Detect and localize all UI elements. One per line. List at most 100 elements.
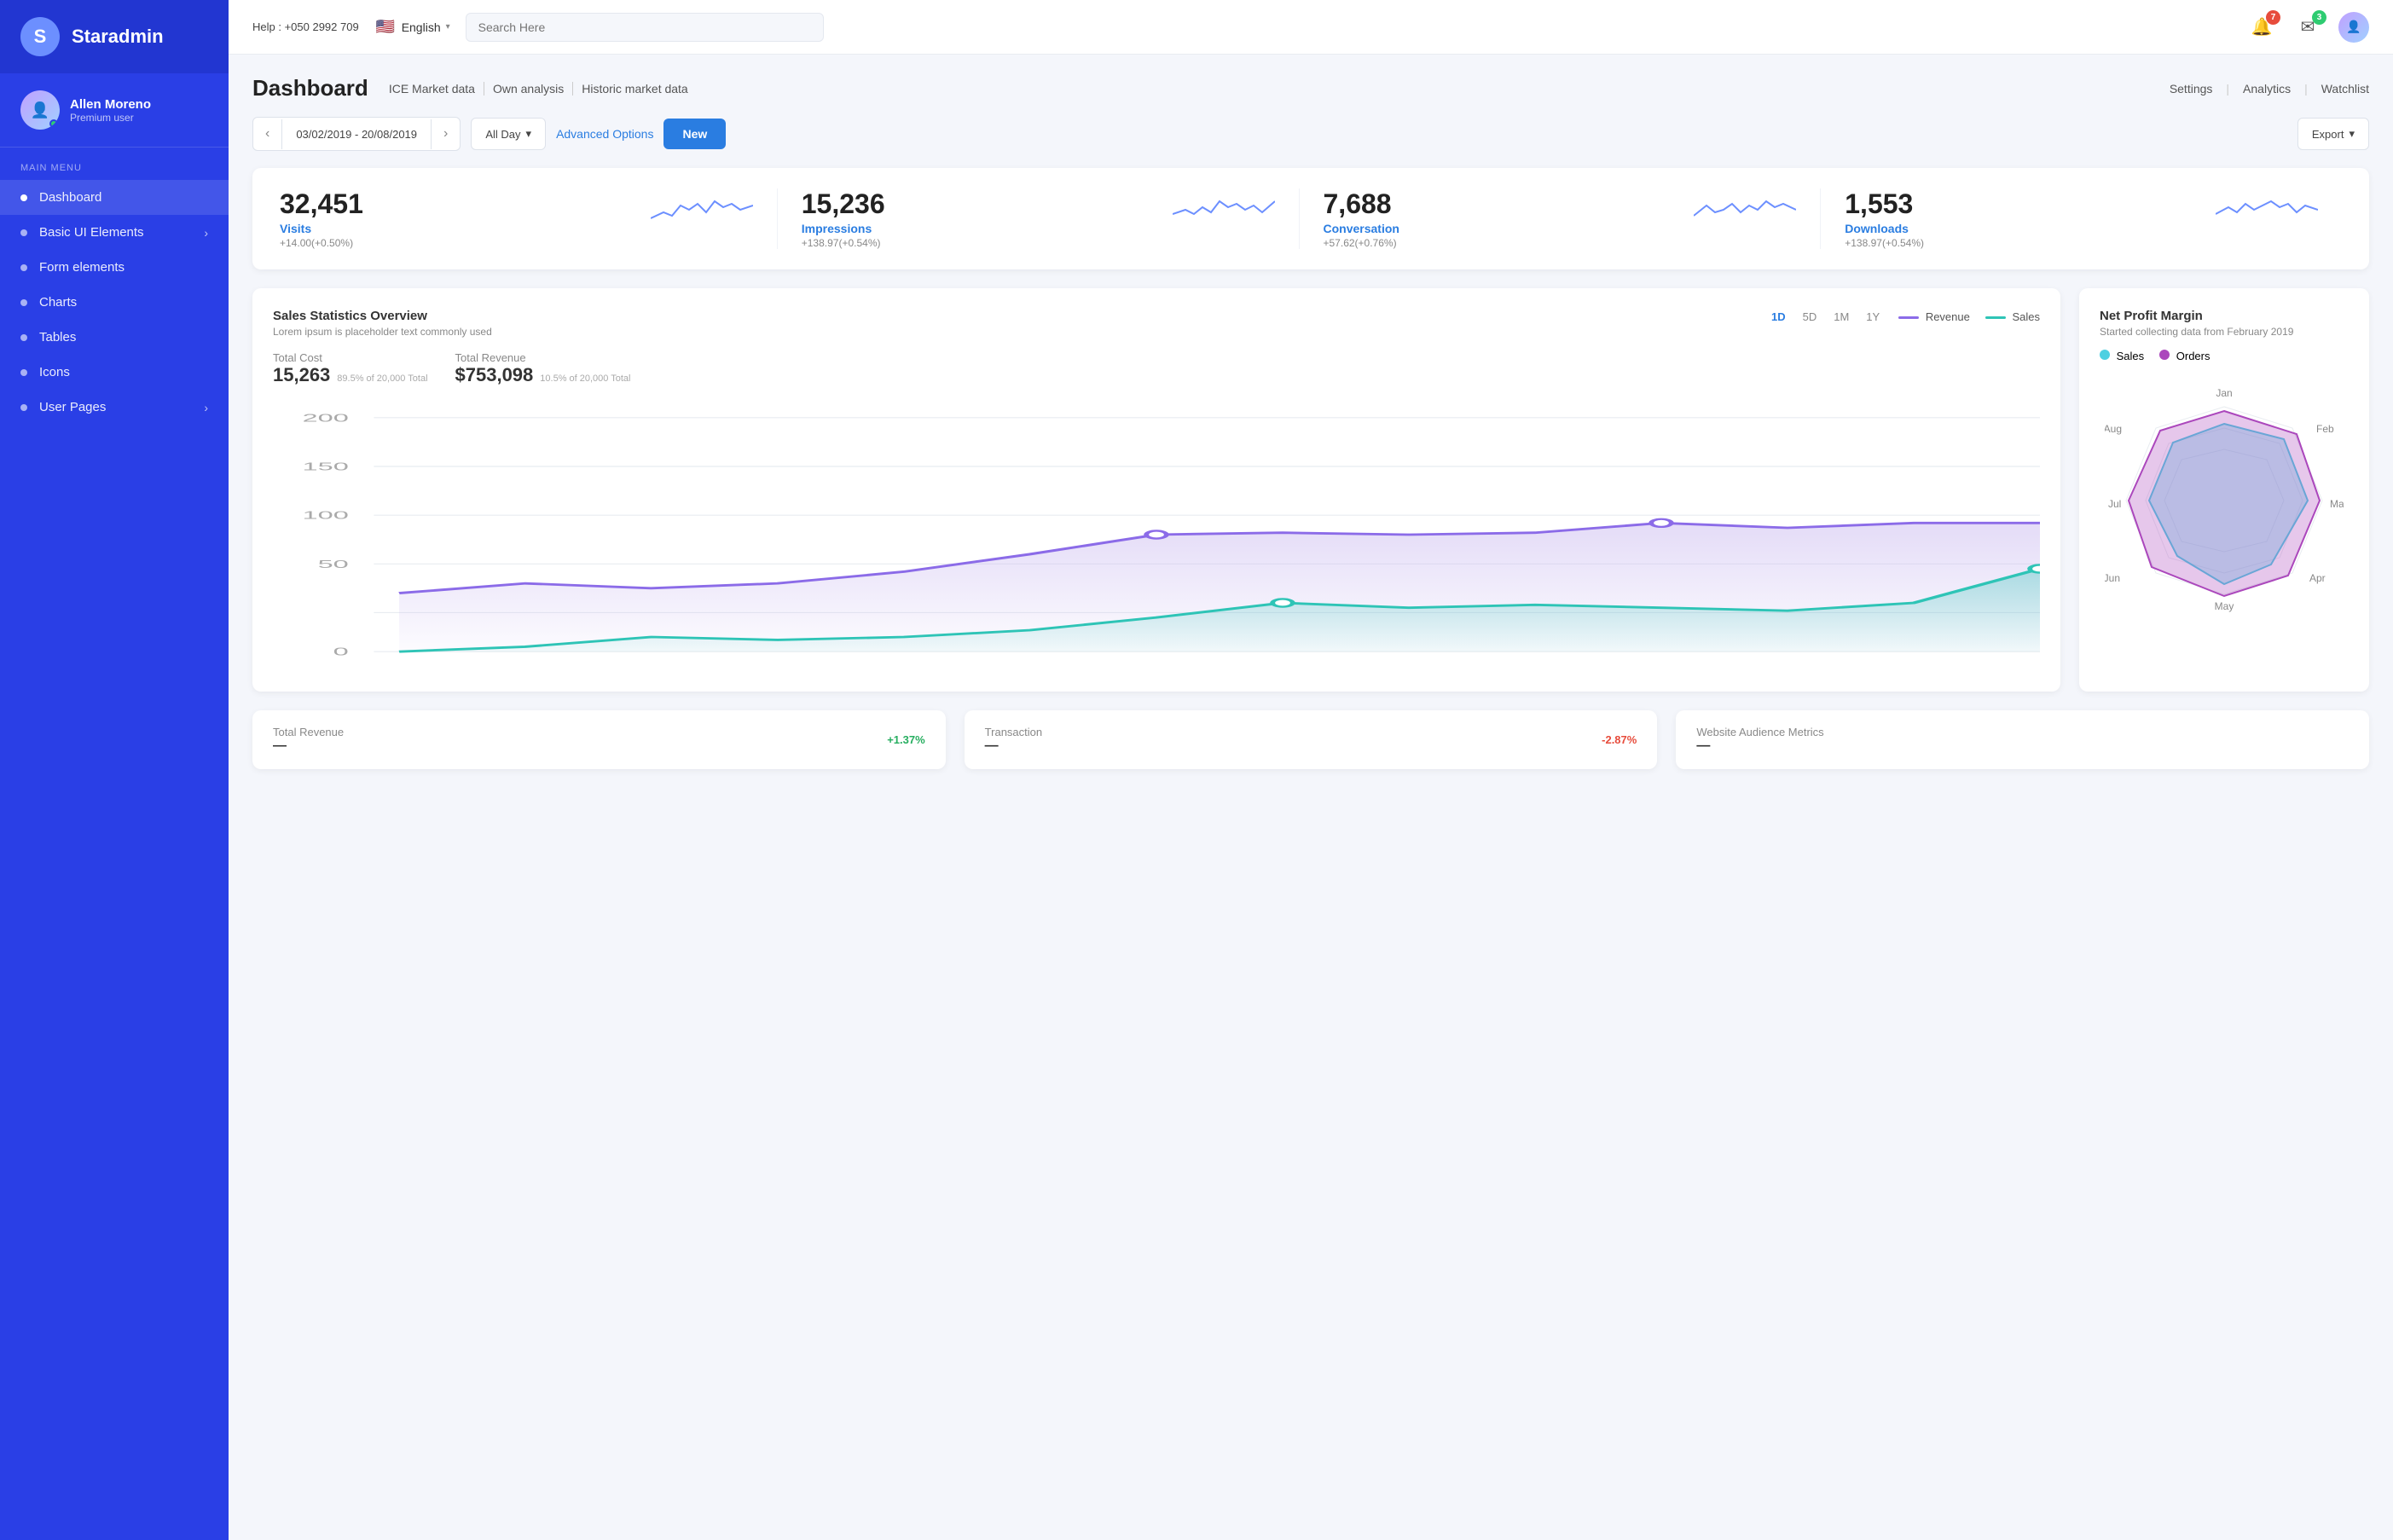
period-buttons: 1D 5D 1M 1Y bbox=[1766, 309, 1885, 325]
legend-sales: Sales bbox=[1985, 310, 2040, 323]
conversation-sparkline bbox=[1694, 188, 1796, 231]
avatar: 👤 bbox=[20, 90, 60, 130]
visits-label: Visits bbox=[280, 222, 363, 235]
line-chart: 200 150 100 50 0 bbox=[273, 398, 2040, 671]
notification-badge: 7 bbox=[2266, 10, 2280, 25]
toolbar-row: ‹ 03/02/2019 - 20/08/2019 › All Day ▾ Ad… bbox=[252, 117, 2369, 151]
mini-change: -2.87% bbox=[1602, 733, 1637, 746]
line-chart-svg: 200 150 100 50 0 bbox=[273, 398, 2040, 671]
visits-change: +14.00(+0.50%) bbox=[280, 237, 363, 249]
period-1y-button[interactable]: 1Y bbox=[1861, 309, 1885, 325]
sidebar-item-icons[interactable]: Icons bbox=[0, 355, 229, 390]
mini-value: — bbox=[985, 738, 1042, 754]
tab-ice-market[interactable]: ICE Market data bbox=[380, 82, 484, 96]
watchlist-link[interactable]: Watchlist bbox=[2321, 82, 2369, 96]
stats-row: 32,451 Visits +14.00(+0.50%) 15,236 Impr… bbox=[252, 168, 2369, 269]
radar-chart: Jan Feb Mar Apr May Jun Jul Aug bbox=[2100, 373, 2349, 628]
total-cost-item: Total Cost 15,263 89.5% of 20,000 Total bbox=[273, 351, 428, 386]
user-avatar-button[interactable]: 👤 bbox=[2338, 12, 2369, 43]
user-name: Allen Moreno bbox=[70, 97, 151, 112]
mail-badge: 3 bbox=[2312, 10, 2326, 25]
svg-text:Jun: Jun bbox=[2105, 572, 2120, 584]
sidebar-item-dashboard[interactable]: Dashboard bbox=[0, 180, 229, 215]
legend-orders: Orders bbox=[2159, 350, 2210, 362]
menu-dot-icon bbox=[20, 404, 27, 411]
menu-dot-icon bbox=[20, 264, 27, 271]
svg-text:50: 50 bbox=[318, 559, 349, 570]
radar-svg: Jan Feb Mar Apr May Jun Jul Aug bbox=[2105, 381, 2344, 620]
visits-number: 32,451 bbox=[280, 188, 363, 220]
date-prev-button[interactable]: ‹ bbox=[253, 118, 281, 150]
total-revenue-detail: 10.5% of 20,000 Total bbox=[540, 373, 630, 384]
menu-dot-icon bbox=[20, 194, 27, 201]
svg-text:0: 0 bbox=[333, 646, 349, 658]
sidebar-item-user-pages[interactable]: User Pages › bbox=[0, 390, 229, 425]
main-area: Help : +050 2992 709 🇺🇸 English ▾ 🔔 7 ✉ … bbox=[229, 0, 2393, 1540]
chevron-down-icon: ▾ bbox=[446, 22, 450, 32]
advanced-options-button[interactable]: Advanced Options bbox=[556, 127, 653, 141]
total-revenue-label: Total Revenue bbox=[455, 351, 631, 364]
svg-text:100: 100 bbox=[303, 510, 349, 522]
messages-button[interactable]: ✉ 3 bbox=[2292, 12, 2323, 43]
all-day-button[interactable]: All Day ▾ bbox=[471, 118, 546, 150]
sidebar-item-label: Tables bbox=[39, 330, 76, 344]
radar-legend: Sales Orders bbox=[2100, 350, 2349, 362]
period-5d-button[interactable]: 5D bbox=[1798, 309, 1822, 325]
notifications-button[interactable]: 🔔 7 bbox=[2246, 12, 2277, 43]
date-range-label: 03/02/2019 - 20/08/2019 bbox=[281, 119, 432, 149]
impressions-change: +138.97(+0.54%) bbox=[802, 237, 885, 249]
svg-text:Jul: Jul bbox=[2108, 498, 2121, 510]
user-role: Premium user bbox=[70, 112, 151, 124]
sidebar-item-form-elements[interactable]: Form elements bbox=[0, 250, 229, 285]
period-1d-button[interactable]: 1D bbox=[1766, 309, 1791, 325]
legend-sales: Sales bbox=[2100, 350, 2144, 362]
sidebar-item-label: Basic UI Elements bbox=[39, 225, 144, 240]
orders-dot-icon bbox=[2159, 350, 2170, 360]
analytics-link[interactable]: Analytics bbox=[2243, 82, 2291, 96]
export-button[interactable]: Export ▾ bbox=[2297, 118, 2369, 150]
settings-link[interactable]: Settings bbox=[2170, 82, 2213, 96]
svg-text:Apr: Apr bbox=[2309, 572, 2326, 584]
stat-visits: 32,451 Visits +14.00(+0.50%) bbox=[280, 188, 778, 249]
help-text: Help : +050 2992 709 bbox=[252, 20, 359, 33]
chart-title: Sales Statistics Overview bbox=[273, 309, 492, 323]
main-menu-label: Main Menu bbox=[0, 148, 229, 180]
search-input[interactable] bbox=[466, 13, 824, 42]
period-1m-button[interactable]: 1M bbox=[1828, 309, 1854, 325]
new-button[interactable]: New bbox=[663, 119, 726, 149]
sidebar-item-basic-ui[interactable]: Basic UI Elements › bbox=[0, 215, 229, 250]
tab-own-analysis[interactable]: Own analysis bbox=[484, 82, 573, 96]
impressions-number: 15,236 bbox=[802, 188, 885, 220]
downloads-label: Downloads bbox=[1845, 222, 1924, 235]
conversation-label: Conversation bbox=[1324, 222, 1399, 235]
net-profit-subtitle: Started collecting data from February 20… bbox=[2100, 326, 2349, 338]
net-profit-title: Net Profit Margin bbox=[2100, 309, 2349, 323]
bottom-cards-row: Total Revenue — +1.37% Transaction — -2.… bbox=[252, 710, 2369, 769]
mini-card-total-revenue: Total Revenue — +1.37% bbox=[252, 710, 946, 769]
impressions-sparkline bbox=[1173, 188, 1275, 231]
svg-text:150: 150 bbox=[303, 461, 349, 473]
mini-label: Total Revenue bbox=[273, 726, 344, 738]
language-selector[interactable]: 🇺🇸 English ▾ bbox=[374, 16, 450, 38]
menu-dot-icon bbox=[20, 369, 27, 376]
chevron-down-icon: ▾ bbox=[2349, 127, 2355, 141]
app-name: Staradmin bbox=[72, 26, 164, 48]
sidebar-item-label: Form elements bbox=[39, 260, 125, 275]
svg-text:Aug: Aug bbox=[2105, 423, 2122, 435]
menu-dot-icon bbox=[20, 334, 27, 341]
flag-icon: 🇺🇸 bbox=[374, 16, 397, 38]
tab-historic[interactable]: Historic market data bbox=[573, 82, 696, 96]
mini-change: +1.37% bbox=[887, 733, 924, 746]
date-next-button[interactable]: › bbox=[432, 118, 460, 150]
chevron-right-icon: › bbox=[204, 226, 208, 240]
title-group: Dashboard ICE Market data Own analysis H… bbox=[252, 75, 697, 101]
sidebar-item-tables[interactable]: Tables bbox=[0, 320, 229, 355]
mini-card-transaction: Transaction — -2.87% bbox=[965, 710, 1658, 769]
svg-text:Mar: Mar bbox=[2330, 498, 2344, 510]
total-cost-value: 15,263 bbox=[273, 364, 330, 386]
sidebar-item-charts[interactable]: Charts bbox=[0, 285, 229, 320]
downloads-change: +138.97(+0.54%) bbox=[1845, 237, 1924, 249]
sidebar-item-label: User Pages bbox=[39, 400, 106, 414]
logo-icon: S bbox=[20, 17, 60, 56]
conversation-number: 7,688 bbox=[1324, 188, 1399, 220]
